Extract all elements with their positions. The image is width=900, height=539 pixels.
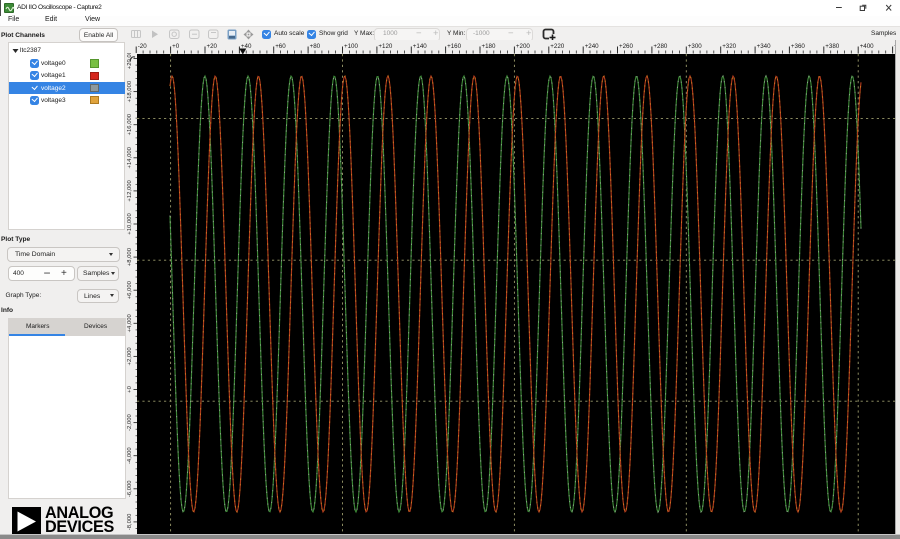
- svg-text:+20: +20: [207, 43, 218, 50]
- svg-text:+10,000: +10,000: [127, 213, 133, 235]
- svg-text:+240: +240: [585, 43, 599, 50]
- svg-text:-4,000: -4,000: [127, 447, 133, 464]
- svg-text:-20: -20: [138, 43, 148, 50]
- svg-text:+80: +80: [310, 43, 321, 50]
- svg-text:+18,000: +18,000: [127, 80, 133, 102]
- svg-text:+140: +140: [413, 43, 427, 50]
- svg-text:-2,000: -2,000: [127, 414, 133, 431]
- svg-text:-6,000: -6,000: [127, 480, 133, 497]
- svg-text:+0: +0: [172, 43, 180, 50]
- svg-text:+8,000: +8,000: [127, 247, 133, 266]
- svg-text:+400: +400: [860, 43, 874, 50]
- svg-text:+100: +100: [344, 43, 358, 50]
- svg-text:+220: +220: [550, 43, 564, 50]
- svg-text:+380: +380: [825, 43, 839, 50]
- svg-text:+200: +200: [516, 43, 530, 50]
- svg-text:+160: +160: [447, 43, 461, 50]
- svg-text:+6,000: +6,000: [127, 280, 133, 299]
- svg-text:+14,000: +14,000: [127, 146, 133, 168]
- svg-text:+300: +300: [688, 43, 702, 50]
- svg-text:+60: +60: [275, 43, 286, 50]
- svg-text:-8,000: -8,000: [127, 513, 133, 530]
- svg-text:+0: +0: [127, 385, 133, 392]
- svg-text:+12,000: +12,000: [127, 179, 133, 201]
- svg-text:+4,000: +4,000: [127, 313, 133, 332]
- svg-text:+120: +120: [378, 43, 392, 50]
- svg-text:+180: +180: [482, 43, 496, 50]
- svg-text:+2,000: +2,000: [127, 347, 133, 366]
- svg-text:+280: +280: [653, 43, 667, 50]
- svg-text:+340: +340: [757, 43, 771, 50]
- svg-text:+260: +260: [619, 43, 633, 50]
- svg-text:+360: +360: [791, 43, 805, 50]
- svg-text:+16,000: +16,000: [127, 113, 133, 135]
- svg-text:+320: +320: [722, 43, 736, 50]
